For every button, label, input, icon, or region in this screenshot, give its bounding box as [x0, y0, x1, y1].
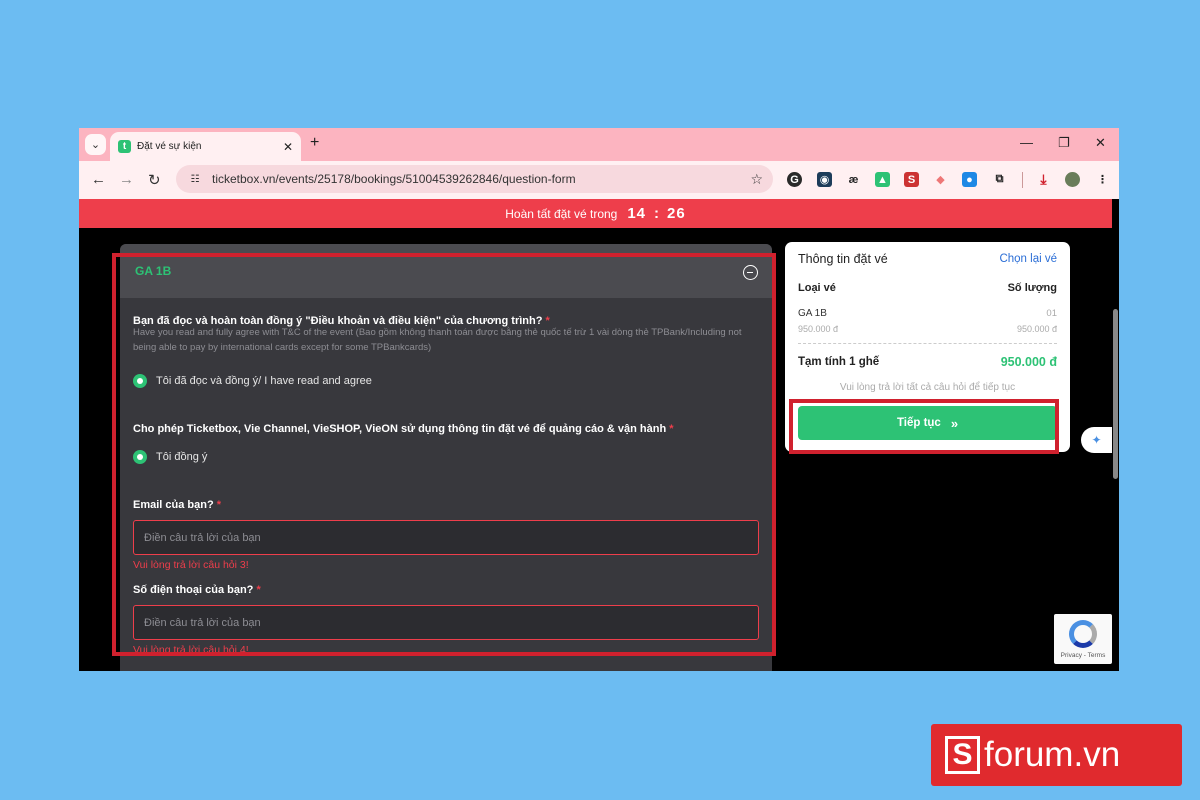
extension-red-icon[interactable]: S [904, 172, 919, 187]
menu-kebab-icon[interactable]: ⋮ [1095, 172, 1110, 187]
extension-drop-icon[interactable]: ● [962, 172, 977, 187]
countdown-separator: : [654, 205, 660, 222]
total-label: Tạm tính 1 ghế [798, 356, 880, 368]
quantity-header: Số lượng [1007, 282, 1057, 294]
browser-toolbar: ← → ↻ ☷ ticketbox.vn/events/25178/bookin… [79, 161, 1119, 199]
tab-strip: ⌄ t Đặt vé sự kiện ✕ + — ❐ ✕ [79, 128, 1119, 161]
extension-hat-icon[interactable]: ◆ [933, 172, 948, 187]
extensions-puzzle-icon[interactable]: ⧉ [992, 172, 1007, 187]
site-info-icon[interactable]: ☷ [186, 170, 204, 188]
page-scrollbar[interactable] [1112, 199, 1119, 671]
bookmark-star-icon[interactable]: ☆ [750, 171, 763, 188]
extension-icon[interactable]: ◉ [817, 172, 832, 187]
ae-extension-icon[interactable]: æ [846, 172, 861, 187]
sforum-logo-text: forum.vn [984, 735, 1121, 774]
total-value: 950.000 đ [1000, 355, 1057, 369]
countdown-seconds: 26 [667, 205, 686, 222]
ticket-type-header: Loại vé [798, 282, 836, 294]
scrollbar-thumb[interactable] [1113, 309, 1118, 479]
back-icon[interactable]: ← [91, 171, 106, 188]
browser-window: ⌄ t Đặt vé sự kiện ✕ + — ❐ ✕ ← → ↻ ☷ tic… [79, 128, 1119, 671]
ticketbox-favicon-icon: t [118, 140, 131, 153]
summary-title: Thông tin đặt vé [798, 252, 888, 266]
recaptcha-links[interactable]: Privacy - Terms [1054, 652, 1112, 659]
continue-highlight-frame [789, 399, 1059, 454]
tab-title: Đặt vé sự kiện [137, 141, 202, 152]
sforum-logo-letter: S [945, 736, 980, 774]
ticket-name: GA 1B [798, 308, 827, 319]
toolbar-divider [1022, 172, 1023, 188]
url-text[interactable]: ticketbox.vn/events/25178/bookings/51004… [212, 172, 750, 186]
answer-all-hint: Vui lòng trả lời tất cả câu hỏi để tiếp … [839, 382, 1016, 393]
restore-icon[interactable]: ❐ [1058, 135, 1070, 151]
ticket-price: 950.000 đ [798, 324, 839, 334]
countdown-bar: Hoàn tất đặt vé trong 14 : 26 [79, 199, 1112, 228]
window-close-icon[interactable]: ✕ [1095, 135, 1106, 151]
ticket-quantity: 01 [1046, 308, 1057, 319]
profile-avatar[interactable] [1065, 172, 1080, 187]
summary-divider [798, 343, 1057, 344]
recaptcha-badge[interactable]: Privacy - Terms [1054, 614, 1112, 664]
tab-search-chevron-icon[interactable]: ⌄ [85, 134, 106, 155]
reload-icon[interactable]: ↻ [148, 171, 161, 189]
ticket-subtotal: 950.000 đ [1016, 324, 1057, 334]
minimize-icon[interactable]: — [1020, 135, 1033, 150]
forward-icon[interactable]: → [119, 171, 134, 188]
reselect-ticket-link[interactable]: Chọn lại vé [999, 253, 1057, 265]
close-tab-icon[interactable]: ✕ [283, 140, 293, 154]
countdown-minutes: 14 [627, 205, 647, 222]
recaptcha-logo-icon [1069, 620, 1097, 648]
active-tab[interactable]: t Đặt vé sự kiện ✕ [110, 132, 301, 161]
extension-green-icon[interactable]: ▲ [875, 172, 890, 187]
sforum-logo: S forum.vn [931, 724, 1182, 786]
countdown-label: Hoàn tất đặt vé trong [505, 206, 618, 221]
grammarly-icon[interactable]: G [787, 172, 802, 187]
new-tab-icon[interactable]: + [310, 134, 319, 152]
download-icon[interactable]: ⤓ [1036, 171, 1051, 187]
floating-assistant-icon[interactable]: ✦ [1081, 427, 1112, 453]
form-highlight-frame [112, 253, 776, 656]
address-bar[interactable]: ☷ ticketbox.vn/events/25178/bookings/510… [176, 165, 773, 193]
